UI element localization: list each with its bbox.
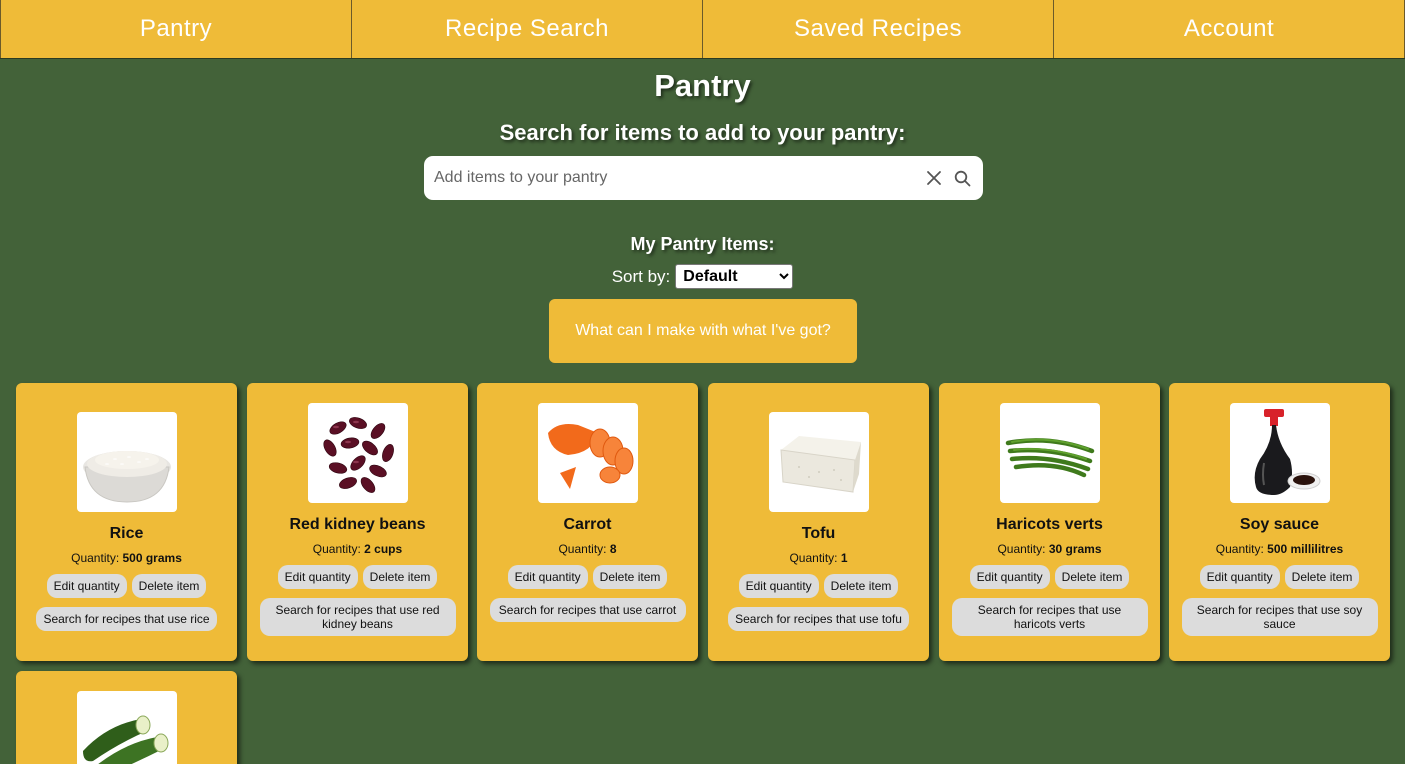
edit-quantity-button[interactable]: Edit quantity bbox=[738, 574, 819, 598]
search-recipes-button[interactable]: Search for recipes that use tofu bbox=[728, 607, 909, 631]
item-quantity: Quantity: 500 grams bbox=[71, 551, 182, 565]
edit-quantity-button[interactable]: Edit quantity bbox=[277, 565, 358, 589]
clear-icon[interactable] bbox=[922, 166, 946, 190]
search-box bbox=[424, 156, 983, 200]
card-actions: Edit quantity Delete item bbox=[738, 574, 899, 598]
nav-tab-saved-recipes[interactable]: Saved Recipes bbox=[702, 0, 1053, 58]
soy-sauce-image bbox=[1229, 403, 1330, 503]
delete-item-button[interactable]: Delete item bbox=[823, 574, 899, 598]
card-actions: Edit quantity Delete item bbox=[507, 565, 668, 589]
quantity-value: 2 cups bbox=[364, 542, 403, 556]
quantity-label: Quantity: bbox=[71, 551, 120, 565]
item-quantity: Quantity: 30 grams bbox=[997, 542, 1101, 556]
delete-item-button[interactable]: Delete item bbox=[1284, 565, 1360, 589]
quantity-label: Quantity: bbox=[997, 542, 1046, 556]
delete-item-button[interactable]: Delete item bbox=[1054, 565, 1130, 589]
pantry-card-soy-sauce: Soy sauce Quantity: 500 millilitres Edit… bbox=[1169, 383, 1390, 661]
item-name: Carrot bbox=[563, 516, 612, 533]
search-recipes-button[interactable]: Search for recipes that use soy sauce bbox=[1181, 598, 1378, 636]
item-name: Soy sauce bbox=[1239, 516, 1320, 533]
top-nav: Pantry Recipe Search Saved Recipes Accou… bbox=[0, 0, 1405, 59]
nav-tab-pantry[interactable]: Pantry bbox=[0, 0, 351, 58]
pantry-items-heading: My Pantry Items: bbox=[630, 234, 775, 254]
search-recipes-button[interactable]: Search for recipes that use rice bbox=[36, 607, 217, 631]
edit-quantity-button[interactable]: Edit quantity bbox=[46, 574, 127, 598]
quantity-label: Quantity: bbox=[789, 551, 838, 565]
tofu-image bbox=[768, 412, 869, 512]
item-name: Red kidney beans bbox=[289, 516, 426, 533]
quantity-value: 1 bbox=[840, 551, 848, 565]
delete-item-button[interactable]: Delete item bbox=[362, 565, 438, 589]
pantry-card-tofu: Tofu Quantity: 1 Edit quantity Delete it… bbox=[708, 383, 929, 661]
card-actions: Edit quantity Delete item bbox=[277, 565, 438, 589]
search-recipes-button[interactable]: Search for recipes that use haricots ver… bbox=[951, 598, 1148, 636]
card-actions: Edit quantity Delete item bbox=[969, 565, 1130, 589]
green-beans-image bbox=[999, 403, 1100, 503]
delete-item-button[interactable]: Delete item bbox=[592, 565, 668, 589]
card-actions: Edit quantity Delete item bbox=[46, 574, 207, 598]
item-quantity: Quantity: 2 cups bbox=[313, 542, 402, 556]
zucchini-image bbox=[76, 691, 177, 764]
quantity-label: Quantity: bbox=[312, 542, 361, 556]
quantity-value: 500 grams bbox=[122, 551, 182, 565]
edit-quantity-button[interactable]: Edit quantity bbox=[507, 565, 588, 589]
quantity-value: 30 grams bbox=[1048, 542, 1102, 556]
item-quantity: Quantity: 1 bbox=[789, 551, 847, 565]
delete-item-button[interactable]: Delete item bbox=[131, 574, 207, 598]
item-name: Haricots verts bbox=[996, 516, 1103, 533]
edit-quantity-button[interactable]: Edit quantity bbox=[1199, 565, 1280, 589]
item-name: Rice bbox=[109, 525, 144, 542]
sort-row: Sort by: Default bbox=[0, 264, 1405, 289]
search-recipes-button[interactable]: Search for recipes that use carrot bbox=[489, 598, 686, 622]
card-actions: Edit quantity Delete item bbox=[1199, 565, 1360, 589]
edit-quantity-button[interactable]: Edit quantity bbox=[969, 565, 1050, 589]
quantity-value: 500 millilitres bbox=[1267, 542, 1344, 556]
rice-bowl-image bbox=[76, 412, 177, 512]
page-title: Pantry bbox=[654, 68, 751, 103]
pantry-card-haricots-verts: Haricots verts Quantity: 30 grams Edit q… bbox=[939, 383, 1160, 661]
nav-tab-account[interactable]: Account bbox=[1053, 0, 1405, 58]
item-quantity: Quantity: 8 bbox=[558, 542, 616, 556]
nav-tab-recipe-search[interactable]: Recipe Search bbox=[351, 0, 702, 58]
sort-select[interactable]: Default bbox=[675, 264, 794, 289]
kidney-beans-image bbox=[307, 403, 408, 503]
pantry-card-carrot: Carrot Quantity: 8 Edit quantity Delete … bbox=[477, 383, 698, 661]
search-input[interactable] bbox=[424, 169, 922, 187]
sort-label: Sort by: bbox=[611, 266, 671, 286]
quantity-label: Quantity: bbox=[558, 542, 607, 556]
what-can-i-make-button[interactable]: What can I make with what I've got? bbox=[549, 299, 857, 363]
search-recipes-button[interactable]: Search for recipes that use red kidney b… bbox=[259, 598, 456, 636]
carrot-image bbox=[537, 403, 638, 503]
quantity-label: Quantity: bbox=[1215, 542, 1264, 556]
search-icon[interactable] bbox=[950, 166, 974, 190]
item-name: Tofu bbox=[801, 525, 836, 542]
quantity-value: 8 bbox=[609, 542, 617, 556]
pantry-card-zucchini bbox=[16, 671, 237, 764]
item-quantity: Quantity: 500 millilitres bbox=[1216, 542, 1343, 556]
search-heading: Search for items to add to your pantry: bbox=[499, 120, 906, 145]
pantry-card-rice: Rice Quantity: 500 grams Edit quantity D… bbox=[16, 383, 237, 661]
pantry-card-red-kidney-beans: Red kidney beans Quantity: 2 cups Edit q… bbox=[247, 383, 468, 661]
